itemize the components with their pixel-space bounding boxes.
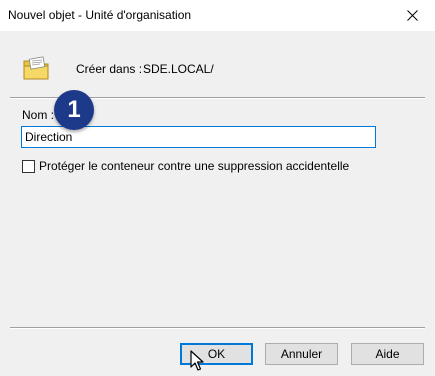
cancel-button[interactable]: Annuler [265,343,338,365]
mouse-pointer-icon [190,350,204,371]
window-title: Nouvel objet - Unité d'organisation [8,8,192,22]
step-badge: 1 [54,90,94,130]
ou-folder-icon [23,56,49,80]
title-bar: Nouvel objet - Unité d'organisation [0,0,435,31]
protect-checkbox[interactable] [22,159,35,173]
protect-checkbox-row[interactable]: Protéger le conteneur contre une suppres… [22,159,349,173]
create-in-value: SDE.LOCAL/ [143,62,214,76]
name-label: Nom : [22,108,55,122]
create-in-label: Créer dans : [76,62,143,76]
close-button[interactable] [389,0,435,31]
help-button[interactable]: Aide [351,343,424,365]
footer-divider [10,327,425,329]
close-icon [406,10,418,21]
protect-checkbox-label[interactable]: Protéger le conteneur contre une suppres… [39,159,349,173]
